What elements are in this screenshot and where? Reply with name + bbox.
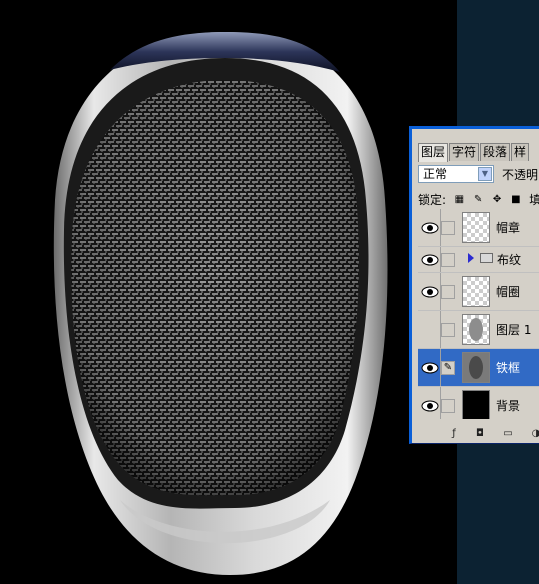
link-cell[interactable] (441, 398, 455, 413)
document-canvas[interactable] (0, 0, 457, 584)
layer-thumbnail (462, 314, 490, 345)
lock-icon[interactable]: ■ (510, 194, 521, 205)
folder-icon[interactable]: ▭ (502, 428, 514, 440)
layer-name: 帽圈 (496, 284, 521, 299)
brush-icon[interactable]: ✎ (441, 360, 455, 375)
eye-icon[interactable] (421, 254, 439, 266)
tab-paragraph[interactable]: 段落 (480, 143, 511, 161)
eye-icon[interactable] (421, 222, 439, 234)
layer-name: 布纹 (497, 253, 522, 267)
blend-mode-value: 正常 (423, 167, 448, 181)
tab-layers[interactable]: 图层 (418, 143, 449, 162)
lock-row: 锁定: ▦ ✎ ✥ ■ 填 (418, 191, 539, 207)
checker-icon[interactable]: ▦ (454, 194, 465, 205)
link-cell[interactable] (441, 284, 455, 299)
fill-label: 填 (529, 193, 539, 207)
lock-label: 锁定: (418, 193, 447, 207)
layers-panel[interactable]: 图层 字符 段落 样 正常 ▼ 不透明 锁定: ▦ ✎ ✥ ■ 填 帽章 布纹 (409, 126, 539, 444)
tab-character[interactable]: 字符 (449, 143, 480, 161)
layers-list: 帽章 布纹 帽圈 图层 1 ✎ 铁框 背景 (418, 209, 539, 419)
layer-thumbnail (462, 276, 490, 307)
move-icon[interactable]: ✥ (492, 194, 503, 205)
opacity-label: 不透明 (502, 168, 539, 182)
layer-row-selected[interactable]: ✎ 铁框 (418, 349, 539, 387)
blend-row: 正常 ▼ 不透明 (418, 165, 539, 185)
mask-icon[interactable]: ◘ (474, 428, 486, 440)
link-cell[interactable] (441, 252, 455, 267)
eye-cell-empty[interactable] (418, 311, 441, 348)
layer-name: 背景 (496, 398, 521, 413)
layer-row[interactable]: 图层 1 (418, 311, 539, 349)
tab-styles[interactable]: 样 (511, 143, 530, 161)
layer-row[interactable]: 帽章 (418, 209, 539, 247)
fencing-mask-artwork (53, 32, 388, 575)
brush-icon[interactable]: ✎ (473, 194, 484, 205)
adjust-icon[interactable]: ◑ (530, 428, 539, 440)
eye-icon[interactable] (421, 400, 439, 412)
layer-row[interactable]: 背景 (418, 387, 539, 419)
layer-thumbnail (462, 212, 490, 243)
layer-name: 帽章 (496, 220, 521, 235)
layer-group-row[interactable]: 布纹 (418, 247, 539, 273)
link-cell[interactable] (441, 322, 455, 337)
expand-triangle-icon[interactable] (468, 253, 474, 263)
layer-thumbnail (462, 352, 490, 383)
eye-icon[interactable] (421, 362, 439, 374)
layer-name: 图层 1 (496, 322, 532, 337)
layer-thumbnail (462, 390, 490, 419)
folder-icon (480, 253, 493, 263)
panel-tabs: 图层 字符 段落 样 (418, 143, 539, 162)
panel-footer: ƒ ◘ ▭ ◑ (418, 425, 539, 445)
layer-name: 铁框 (496, 360, 521, 375)
chevron-down-icon[interactable]: ▼ (478, 167, 492, 181)
blend-mode-select[interactable]: 正常 ▼ (418, 165, 494, 183)
fx-icon[interactable]: ƒ (448, 428, 460, 440)
link-cell[interactable] (441, 220, 455, 235)
eye-icon[interactable] (421, 286, 439, 298)
layer-row[interactable]: 帽圈 (418, 273, 539, 311)
